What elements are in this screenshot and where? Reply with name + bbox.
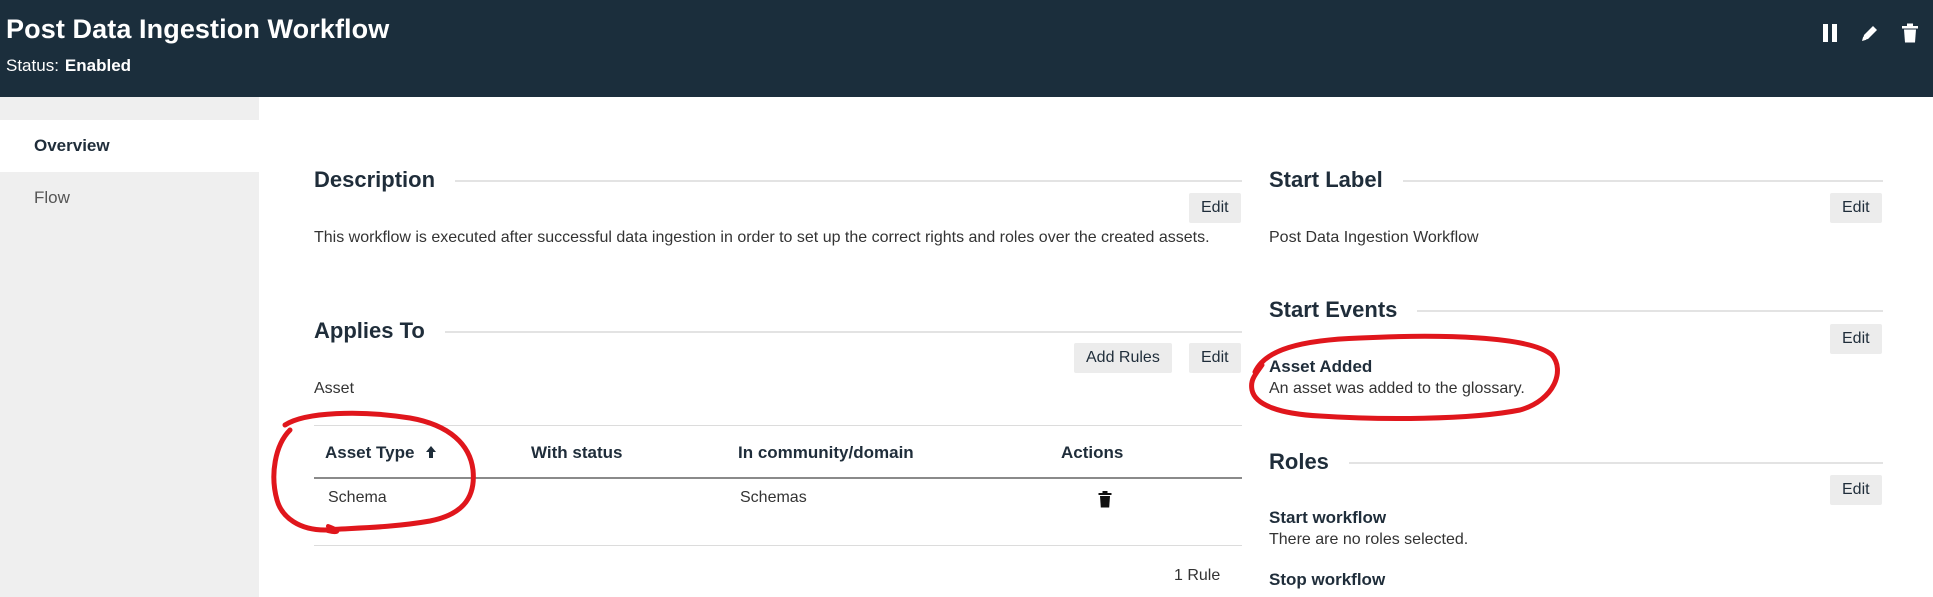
start-events-edit-button[interactable]: Edit [1830, 324, 1882, 354]
column-community-domain[interactable]: In community/domain [738, 443, 914, 463]
column-actions: Actions [1061, 443, 1124, 462]
description-title: Description [314, 167, 456, 193]
cell-community-domain: Schemas [740, 489, 807, 506]
event-name: Asset Added [1269, 357, 1373, 376]
start-label-edit-button[interactable]: Edit [1830, 193, 1882, 223]
roles-divider [1269, 462, 1883, 464]
cell-asset-type: Schema [328, 489, 387, 506]
description-text: This workflow is executed after successf… [314, 229, 1210, 246]
start-events-title: Start Events [1269, 297, 1418, 323]
sidebar-item-overview[interactable]: Overview [0, 120, 259, 172]
column-with-status[interactable]: With status [531, 443, 622, 463]
table-header-border [314, 477, 1242, 479]
add-rules-button[interactable]: Add Rules [1074, 343, 1172, 373]
event-description: An asset was added to the glossary. [1269, 380, 1525, 397]
status-label: Status: [6, 56, 59, 75]
workflow-header: Post Data Ingestion Workflow Status: Enab… [0, 0, 1933, 97]
table-top-border [314, 425, 1242, 426]
column-asset-type[interactable]: Asset Type [325, 443, 437, 463]
start-workflow-value: There are no roles selected. [1269, 531, 1469, 548]
trash-icon[interactable] [1899, 22, 1921, 44]
pencil-icon[interactable] [1859, 22, 1881, 44]
status-line: Status: Enabled [6, 56, 131, 76]
description-edit-button[interactable]: Edit [1189, 193, 1241, 223]
start-label-value: Post Data Ingestion Workflow [1269, 229, 1479, 246]
applies-to-divider [314, 331, 1242, 333]
sidebar-item-flow[interactable]: Flow [0, 172, 259, 224]
header-actions [1819, 22, 1921, 44]
roles-edit-button[interactable]: Edit [1830, 475, 1882, 505]
pause-icon[interactable] [1819, 22, 1841, 44]
delete-rule-icon[interactable] [1098, 491, 1112, 513]
applies-to-title: Applies To [314, 318, 445, 344]
column-asset-type-label: Asset Type [325, 443, 415, 462]
start-label-title: Start Label [1269, 167, 1403, 193]
rule-count: 1 Rule [1174, 567, 1221, 584]
page-title: Post Data Ingestion Workflow [6, 14, 390, 44]
applies-to-edit-button[interactable]: Edit [1189, 343, 1241, 373]
stop-workflow-label: Stop workflow [1269, 570, 1386, 589]
asset-label: Asset [314, 380, 355, 397]
sort-asc-icon [426, 446, 437, 458]
start-workflow-label: Start workflow [1269, 508, 1387, 527]
annotation-circle-asset-type [271, 410, 476, 533]
roles-title: Roles [1269, 449, 1349, 475]
status-value: Enabled [64, 56, 132, 75]
table-bottom-border [314, 545, 1242, 546]
